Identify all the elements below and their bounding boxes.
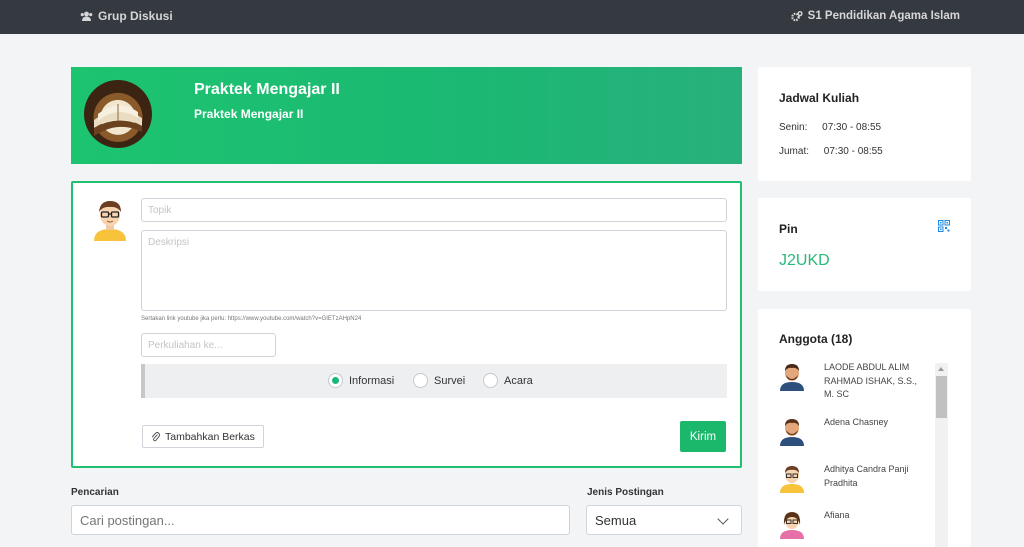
radio-acara[interactable]: Acara <box>483 373 533 388</box>
scrollbar-thumb[interactable] <box>936 376 947 418</box>
radio-survei-control[interactable] <box>413 373 428 388</box>
radio-survei-label: Survei <box>434 374 466 387</box>
search-input[interactable] <box>71 505 570 535</box>
attach-file-label: Tambahkan Berkas <box>165 430 255 443</box>
member-avatar <box>780 364 804 391</box>
schedule-day: Senin: <box>779 122 808 133</box>
book-image <box>84 80 152 148</box>
chevron-down-icon <box>717 513 729 525</box>
members-title: Anggota (18) <box>779 332 853 346</box>
qr-code-icon[interactable] <box>938 220 950 232</box>
member-avatar <box>780 419 804 446</box>
members-scrollbar[interactable] <box>935 363 948 547</box>
pin-title: Pin <box>779 222 798 236</box>
member-name: Afiana <box>824 510 850 520</box>
member-avatar <box>780 466 804 493</box>
scroll-up-arrow-icon[interactable] <box>938 367 944 371</box>
course-title: Praktek Mengajar II <box>194 81 340 98</box>
schedule-day: Jumat: <box>779 146 810 157</box>
member-item[interactable]: Afiana <box>779 509 929 539</box>
member-avatar <box>780 512 804 539</box>
pin-code: J2UKD <box>779 252 830 269</box>
member-name: LAODE ABDUL ALIM RAHMAD ISHAK, S.S., M. … <box>824 362 918 399</box>
program-label: S1 Pendidikan Agama Islam <box>807 10 960 22</box>
topic-input[interactable] <box>141 198 727 222</box>
members-card: Anggota (18) LAODE ABDUL ALIM RAHMAD ISH… <box>758 309 971 547</box>
radio-informasi-control[interactable] <box>328 373 343 388</box>
member-name: Adena Chasney <box>824 417 889 427</box>
new-post-form: Sertakan link youtube jika perlu: https:… <box>71 181 742 468</box>
pin-card: Pin J2UKD <box>758 198 971 291</box>
post-type-selected: Semua <box>595 513 637 528</box>
schedule-card: Jadwal Kuliah Senin: 07:30 - 08:55 Jumat… <box>758 67 971 181</box>
user-avatar <box>94 201 126 241</box>
post-type-label: Jenis Postingan <box>587 487 664 498</box>
group-discussion-label: Grup Diskusi <box>98 9 173 23</box>
course-subtitle: Praktek Mengajar II <box>194 107 304 121</box>
radio-acara-control[interactable] <box>483 373 498 388</box>
schedule-time: 07:30 - 08:55 <box>823 146 883 157</box>
radio-acara-label: Acara <box>504 374 533 387</box>
member-item[interactable]: Adhitya Candra Panji Pradhita <box>779 463 929 493</box>
member-item[interactable]: LAODE ABDUL ALIM RAHMAD ISHAK, S.S., M. … <box>779 361 929 402</box>
schedule-time: 07:30 - 08:55 <box>822 122 882 133</box>
attach-file-button[interactable]: Tambahkan Berkas <box>142 425 264 448</box>
member-item[interactable]: Adena Chasney <box>779 416 929 446</box>
search-label: Pencarian <box>71 487 119 498</box>
cogs-icon <box>790 10 803 21</box>
submit-post-button[interactable]: Kirim <box>680 421 726 452</box>
member-name: Adhitya Candra Panji Pradhita <box>824 464 909 488</box>
schedule-row: Jumat: 07:30 - 08:55 <box>779 146 883 157</box>
course-banner: Praktek Mengajar II Praktek Mengajar II <box>71 67 742 164</box>
session-input[interactable] <box>141 333 276 357</box>
radio-informasi[interactable]: Informasi <box>328 373 394 388</box>
group-discussion-link[interactable]: Grup Diskusi <box>80 9 173 23</box>
schedule-row: Senin: 07:30 - 08:55 <box>779 122 881 133</box>
post-type-radio-group: Informasi Survei Acara <box>141 364 727 398</box>
description-textarea[interactable] <box>141 230 727 311</box>
program-menu[interactable]: S1 Pendidikan Agama Islam <box>790 10 960 22</box>
users-icon <box>80 11 93 21</box>
paperclip-icon <box>151 432 160 442</box>
schedule-title: Jadwal Kuliah <box>779 91 860 105</box>
post-type-select[interactable]: Semua <box>586 505 742 535</box>
radio-informasi-label: Informasi <box>349 374 395 387</box>
radio-survei[interactable]: Survei <box>413 373 465 388</box>
top-navbar: Grup Diskusi S1 Pendidikan Agama Islam <box>0 0 1024 34</box>
youtube-hint: Sertakan link youtube jika perlu: https:… <box>141 316 362 322</box>
